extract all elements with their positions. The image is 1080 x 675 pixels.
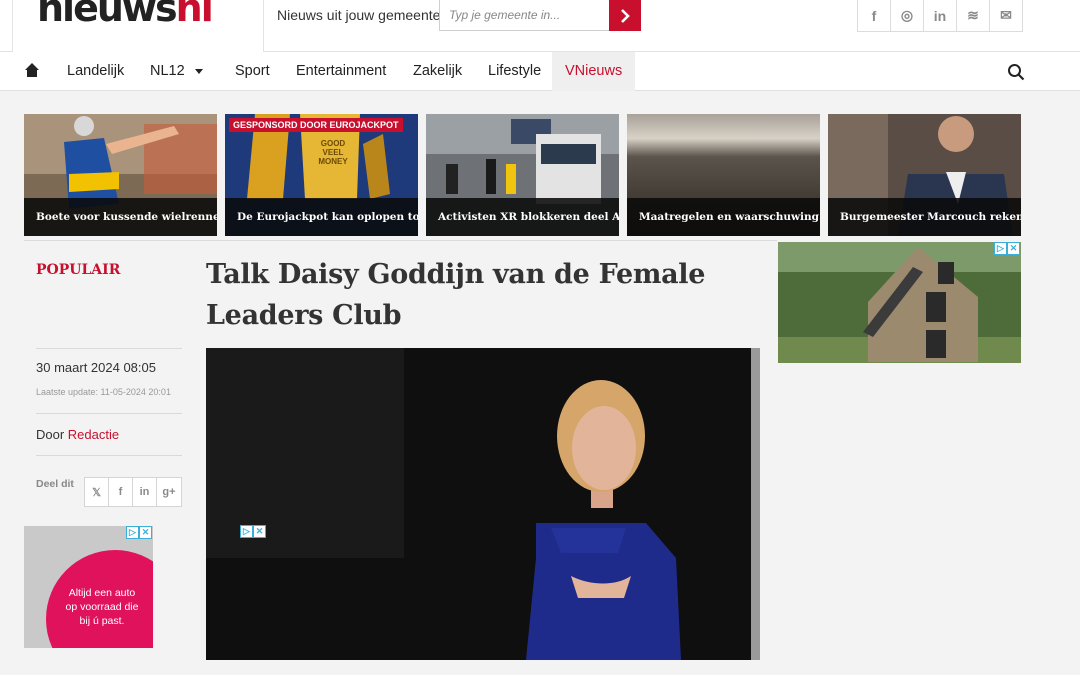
main-nav: Landelijk NL12 Sport Entertainment Zakel… — [0, 52, 1080, 91]
ad-close-icon[interactable]: ✕ — [253, 525, 266, 538]
publish-date: 30 maart 2024 08:05 — [36, 360, 156, 375]
sponsored-badge: GESPONSORD DOOR EUROJACKPOT — [229, 118, 403, 132]
logo-container[interactable]: nieuwsnl — [12, 0, 264, 52]
ad-text: Altijd een auto op voorraad die bij ú pa… — [65, 587, 139, 627]
teaser-caption: Burgemeester Marcouch reken… — [828, 198, 1021, 236]
video-player[interactable]: ▷ ✕ — [206, 348, 760, 660]
author-line: Door Redactie — [36, 427, 119, 442]
adchoices-icon: ▷ — [126, 526, 139, 539]
gemeente-label: Nieuws uit jouw gemeente: — [277, 7, 445, 23]
teaser-card[interactable]: Activisten XR blokkeren deel A12 — [426, 114, 619, 236]
teaser-caption: Maatregelen en waarschuwing… — [627, 198, 820, 236]
gemeente-submit-button[interactable] — [609, 0, 641, 31]
gold-bar-text: GOOD VEEL MONEY — [318, 139, 348, 166]
adchoices-badge[interactable]: ▷ ✕ — [240, 525, 266, 538]
mail-icon[interactable]: ✉ — [990, 0, 1023, 32]
share-buttons: 𝕏 f in g+ — [84, 477, 182, 507]
author-prefix: Door — [36, 427, 68, 442]
teaser-card[interactable]: Burgemeester Marcouch reken… — [828, 114, 1021, 236]
nav-item-landelijk[interactable]: Landelijk — [67, 52, 124, 91]
nav-item-entertainment[interactable]: Entertainment — [296, 52, 386, 91]
facebook-icon[interactable]: f — [858, 0, 891, 32]
nav-item-nl12[interactable]: NL12 — [150, 52, 203, 91]
last-update: Laatste update: 11-05-2024 20:01 — [36, 387, 171, 397]
adchoices-icon: ▷ — [994, 242, 1007, 255]
logo-text: nieuws — [37, 0, 178, 30]
rss-icon[interactable]: ≋ — [957, 0, 990, 32]
logo-suffix: nl — [175, 0, 214, 30]
nav-item-sport[interactable]: Sport — [235, 52, 270, 91]
nav-item-zakelijk[interactable]: Zakelijk — [413, 52, 462, 91]
home-icon[interactable] — [24, 62, 40, 78]
video-edge — [751, 348, 760, 660]
adchoices-icon: ▷ — [240, 525, 253, 538]
caret-down-icon — [194, 68, 203, 74]
facebook-share-icon[interactable]: f — [109, 478, 133, 506]
popular-heading[interactable]: POPULAIR — [36, 262, 120, 278]
googleplus-share-icon[interactable]: g+ — [157, 478, 181, 506]
nav-item-lifestyle[interactable]: Lifestyle — [488, 52, 541, 91]
teaser-row: Boete voor kussende wielrenne… GESPONSOR… — [24, 114, 1022, 236]
video-frame — [526, 380, 681, 660]
divider — [24, 240, 777, 241]
teaser-card[interactable]: Boete voor kussende wielrenne… — [24, 114, 217, 236]
adchoices-badge[interactable]: ▷ ✕ — [126, 526, 152, 539]
site-logo[interactable]: nieuwsnl — [37, 0, 214, 30]
chevron-right-icon — [621, 8, 630, 23]
teaser-caption: De Eurojackpot kan oplopen tot… — [225, 198, 418, 236]
top-header: nieuwsnl Nieuws uit jouw gemeente: f ◎ i… — [0, 0, 1080, 52]
social-links: f ◎ in ≋ ✉ — [857, 0, 1023, 32]
adchoices-badge[interactable]: ▷ ✕ — [994, 242, 1020, 255]
divider — [36, 413, 182, 414]
left-advertisement[interactable]: Altijd een auto op voorraad die bij ú pa… — [24, 526, 153, 648]
instagram-icon[interactable]: ◎ — [891, 0, 924, 32]
article-title: Talk Daisy Goddijn van de Female Leaders… — [206, 259, 706, 331]
teaser-card[interactable]: Maatregelen en waarschuwing… — [627, 114, 820, 236]
linkedin-share-icon[interactable]: in — [133, 478, 157, 506]
teaser-card[interactable]: GESPONSORD DOOR EUROJACKPOT GOOD VEEL MO… — [225, 114, 418, 236]
linkedin-icon[interactable]: in — [924, 0, 957, 32]
author-link[interactable]: Redactie — [68, 427, 119, 442]
ad-close-icon[interactable]: ✕ — [1007, 242, 1020, 255]
nav-item-label: NL12 — [150, 63, 185, 79]
ad-image — [778, 242, 1021, 363]
divider — [36, 348, 182, 349]
x-share-icon[interactable]: 𝕏 — [85, 478, 109, 506]
search-icon[interactable] — [1007, 63, 1025, 81]
ad-close-icon[interactable]: ✕ — [139, 526, 152, 539]
divider — [36, 455, 182, 456]
right-advertisement[interactable]: ▷ ✕ — [778, 242, 1021, 363]
gemeente-search-input[interactable] — [439, 0, 610, 31]
share-label: Deel dit — [36, 478, 74, 490]
teaser-caption: Boete voor kussende wielrenne… — [24, 198, 217, 236]
nav-item-vnieuws[interactable]: VNieuws — [552, 52, 636, 91]
teaser-caption: Activisten XR blokkeren deel A12 — [426, 198, 619, 236]
